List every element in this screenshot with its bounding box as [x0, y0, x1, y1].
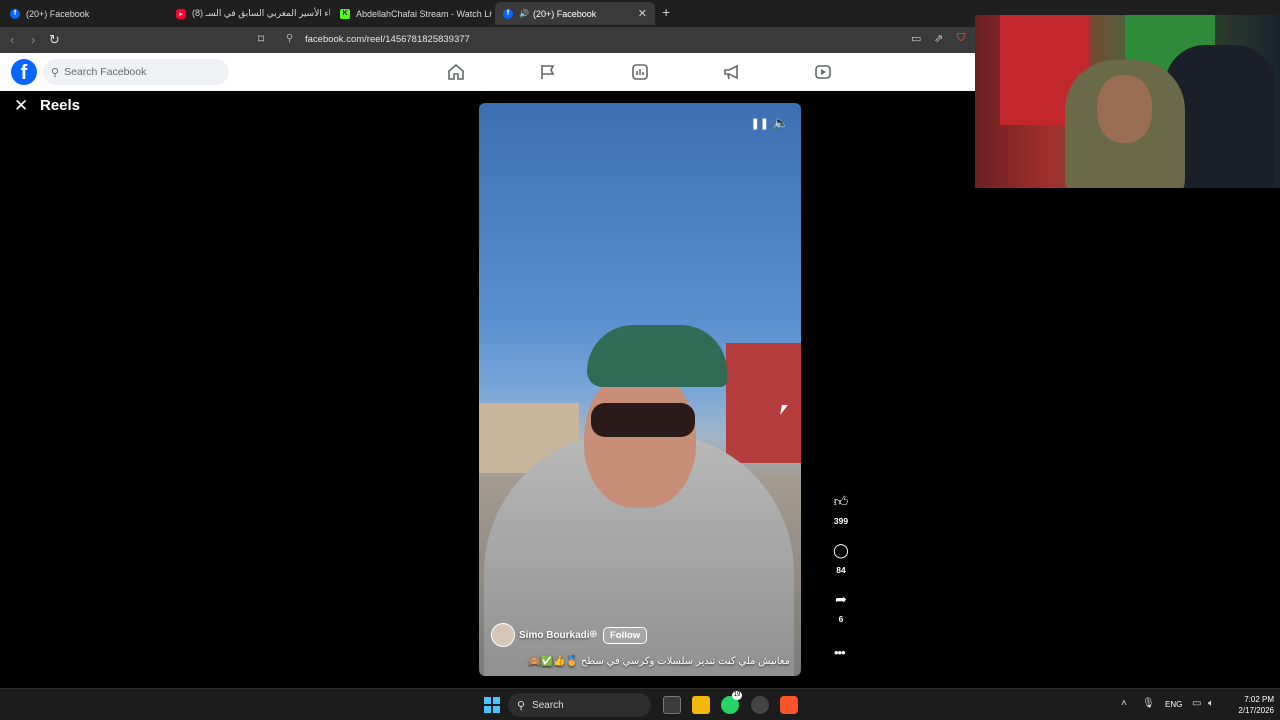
volume-icon[interactable]: 🔈	[773, 115, 789, 131]
clock-date: 2/17/2026	[1238, 706, 1274, 715]
search-icon: ⚲	[51, 66, 60, 79]
chevron-up-icon[interactable]: ˄	[1121, 698, 1127, 709]
microphone-icon[interactable]: 🎙︎	[1142, 698, 1155, 709]
author-name[interactable]: Simo Bourkadi	[519, 630, 590, 641]
site-info-icon[interactable]: ⚲	[286, 33, 293, 44]
video-icon[interactable]	[814, 63, 832, 81]
whatsapp-badge: 19	[732, 691, 742, 700]
volume-icon[interactable]: 🔈︎	[1208, 698, 1214, 709]
marketplace-icon[interactable]	[631, 63, 649, 81]
youtube-icon: ▸	[176, 8, 186, 19]
app-icon[interactable]	[751, 696, 769, 714]
file-explorer-icon[interactable]	[692, 696, 710, 714]
reel-caption: معانيش ملي كنت تندير سلسلات وكرسي في سطح…	[528, 656, 790, 667]
search-icon: ⚲	[517, 699, 526, 712]
facebook-logo-icon[interactable]: f	[11, 59, 37, 85]
close-icon[interactable]: ✕	[14, 96, 28, 116]
url-field[interactable]: facebook.com/reel/1456781825839377	[305, 34, 470, 45]
video-scene	[591, 403, 695, 437]
facebook-icon: f	[503, 8, 513, 19]
follow-button[interactable]: Follow	[603, 627, 648, 644]
close-tab-icon[interactable]: ✕	[630, 7, 647, 20]
kick-icon: K	[340, 8, 350, 19]
webcam-scene	[1097, 75, 1152, 143]
language-indicator[interactable]: ENG	[1165, 700, 1182, 709]
flag-icon[interactable]	[539, 63, 557, 81]
globe-icon: ⊕	[589, 629, 598, 640]
video-scene	[587, 325, 727, 387]
back-icon[interactable]: ‹	[10, 32, 14, 47]
tab-facebook-active[interactable]: f 🔊 (20+) Facebook ✕	[495, 2, 655, 25]
page-title: Reels	[40, 97, 81, 114]
brave-shields-icon[interactable]: ⛉	[957, 32, 965, 45]
like-icon: 👍︎	[833, 493, 849, 509]
video-scene	[726, 343, 801, 463]
tab-title: (20+) Facebook	[26, 8, 90, 19]
clock[interactable]: 7:02 PM 2/17/2026	[1224, 694, 1274, 716]
task-view-icon[interactable]	[663, 696, 681, 714]
tab-title: AbdellahChafai Stream - Watch Live	[356, 8, 492, 19]
tab-facebook-1[interactable]: f (20+) Facebook	[2, 2, 167, 25]
pause-icon[interactable]: ❚❚	[751, 117, 769, 130]
reel-video[interactable]: ❚❚ 🔈 Simo Bourkadi ⊕ Follow معانيش ملي ك…	[479, 103, 801, 676]
video-scene	[584, 368, 696, 508]
comment-icon: ◯	[833, 542, 849, 558]
taskbar: ⚲ Search 19 ˄ 🎙︎ ENG ▭ 🔈︎ 7:02 PM 2/17/2…	[0, 688, 1280, 720]
share-icon: ➦	[835, 591, 847, 607]
comment-button[interactable]: ◯ 84	[829, 542, 853, 575]
home-icon[interactable]	[447, 63, 465, 81]
share-button[interactable]: ➦ 6	[829, 591, 853, 624]
network-icon[interactable]: ▭	[1192, 698, 1201, 709]
new-tab-button[interactable]: +	[662, 4, 670, 20]
tab-title: (20+) Facebook	[532, 8, 597, 19]
facebook-icon: f	[10, 8, 20, 19]
comment-count: 84	[836, 565, 846, 575]
audio-playing-icon: 🔊	[519, 9, 529, 18]
tab-youtube[interactable]: ▸ (8) بكاء الأسير المغربي السابق في السـ	[168, 2, 330, 25]
search-placeholder: Search Facebook	[64, 66, 147, 78]
facebook-header: f ⚲ Search Facebook	[0, 53, 975, 91]
forward-icon[interactable]: ›	[31, 32, 35, 47]
taskbar-search-label: Search	[532, 699, 564, 711]
tab-kick-stream[interactable]: K AbdellahChafai Stream - Watch Live	[332, 2, 492, 25]
megaphone-icon[interactable]	[723, 63, 741, 81]
tab-title: (8) بكاء الأسير المغربي السابق في السـ	[192, 8, 330, 18]
share-icon[interactable]: ⇗	[934, 32, 943, 45]
windows-start-icon[interactable]	[484, 697, 500, 713]
search-input[interactable]: ⚲ Search Facebook	[43, 59, 229, 85]
more-options-icon[interactable]: •••	[834, 645, 846, 660]
cast-icon[interactable]: ▭	[911, 32, 921, 45]
reload-icon[interactable]: ↻	[49, 32, 60, 48]
like-count: 399	[833, 516, 849, 526]
webcam-overlay	[975, 15, 1280, 188]
brave-browser-icon[interactable]	[780, 696, 798, 714]
taskbar-search[interactable]: ⚲ Search	[508, 693, 651, 717]
like-button[interactable]: 👍︎ 399	[829, 493, 853, 526]
bookmark-icon[interactable]: ⌑	[258, 32, 264, 46]
avatar[interactable]	[491, 623, 515, 647]
share-count: 6	[838, 614, 844, 624]
clock-time: 7:02 PM	[1244, 695, 1274, 704]
